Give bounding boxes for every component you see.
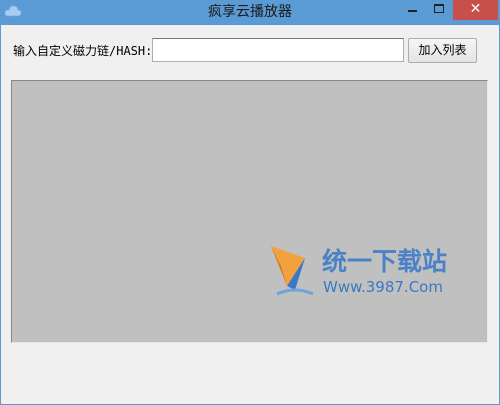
client-area: 输入自定义磁力链/HASH: 加入列表 (1, 25, 499, 404)
window-title: 疯享云播放器 (208, 4, 292, 20)
add-to-list-button[interactable]: 加入列表 (408, 38, 477, 63)
magnet-input[interactable] (152, 38, 404, 62)
app-window: 疯享云播放器 ✕ 输入自定义磁力链/HASH: 加入列表 统一下载站 Www.3… (0, 0, 500, 405)
watermark-name: 统一下载站 (322, 247, 448, 276)
watermark-logo-icon (271, 246, 314, 296)
title-bar[interactable]: 疯享云播放器 ✕ (0, 0, 500, 25)
maximize-button[interactable] (426, 0, 452, 20)
close-button[interactable]: ✕ (453, 0, 498, 20)
watermark-url: Www.3987.Com (323, 278, 443, 296)
watermark: 统一下载站 Www.3987.Com (265, 238, 465, 308)
magnet-label: 输入自定义磁力链/HASH: (13, 44, 153, 58)
maximize-icon (434, 4, 444, 13)
close-icon: ✕ (469, 1, 482, 17)
minimize-button[interactable] (399, 0, 425, 20)
minimize-icon (408, 10, 417, 12)
